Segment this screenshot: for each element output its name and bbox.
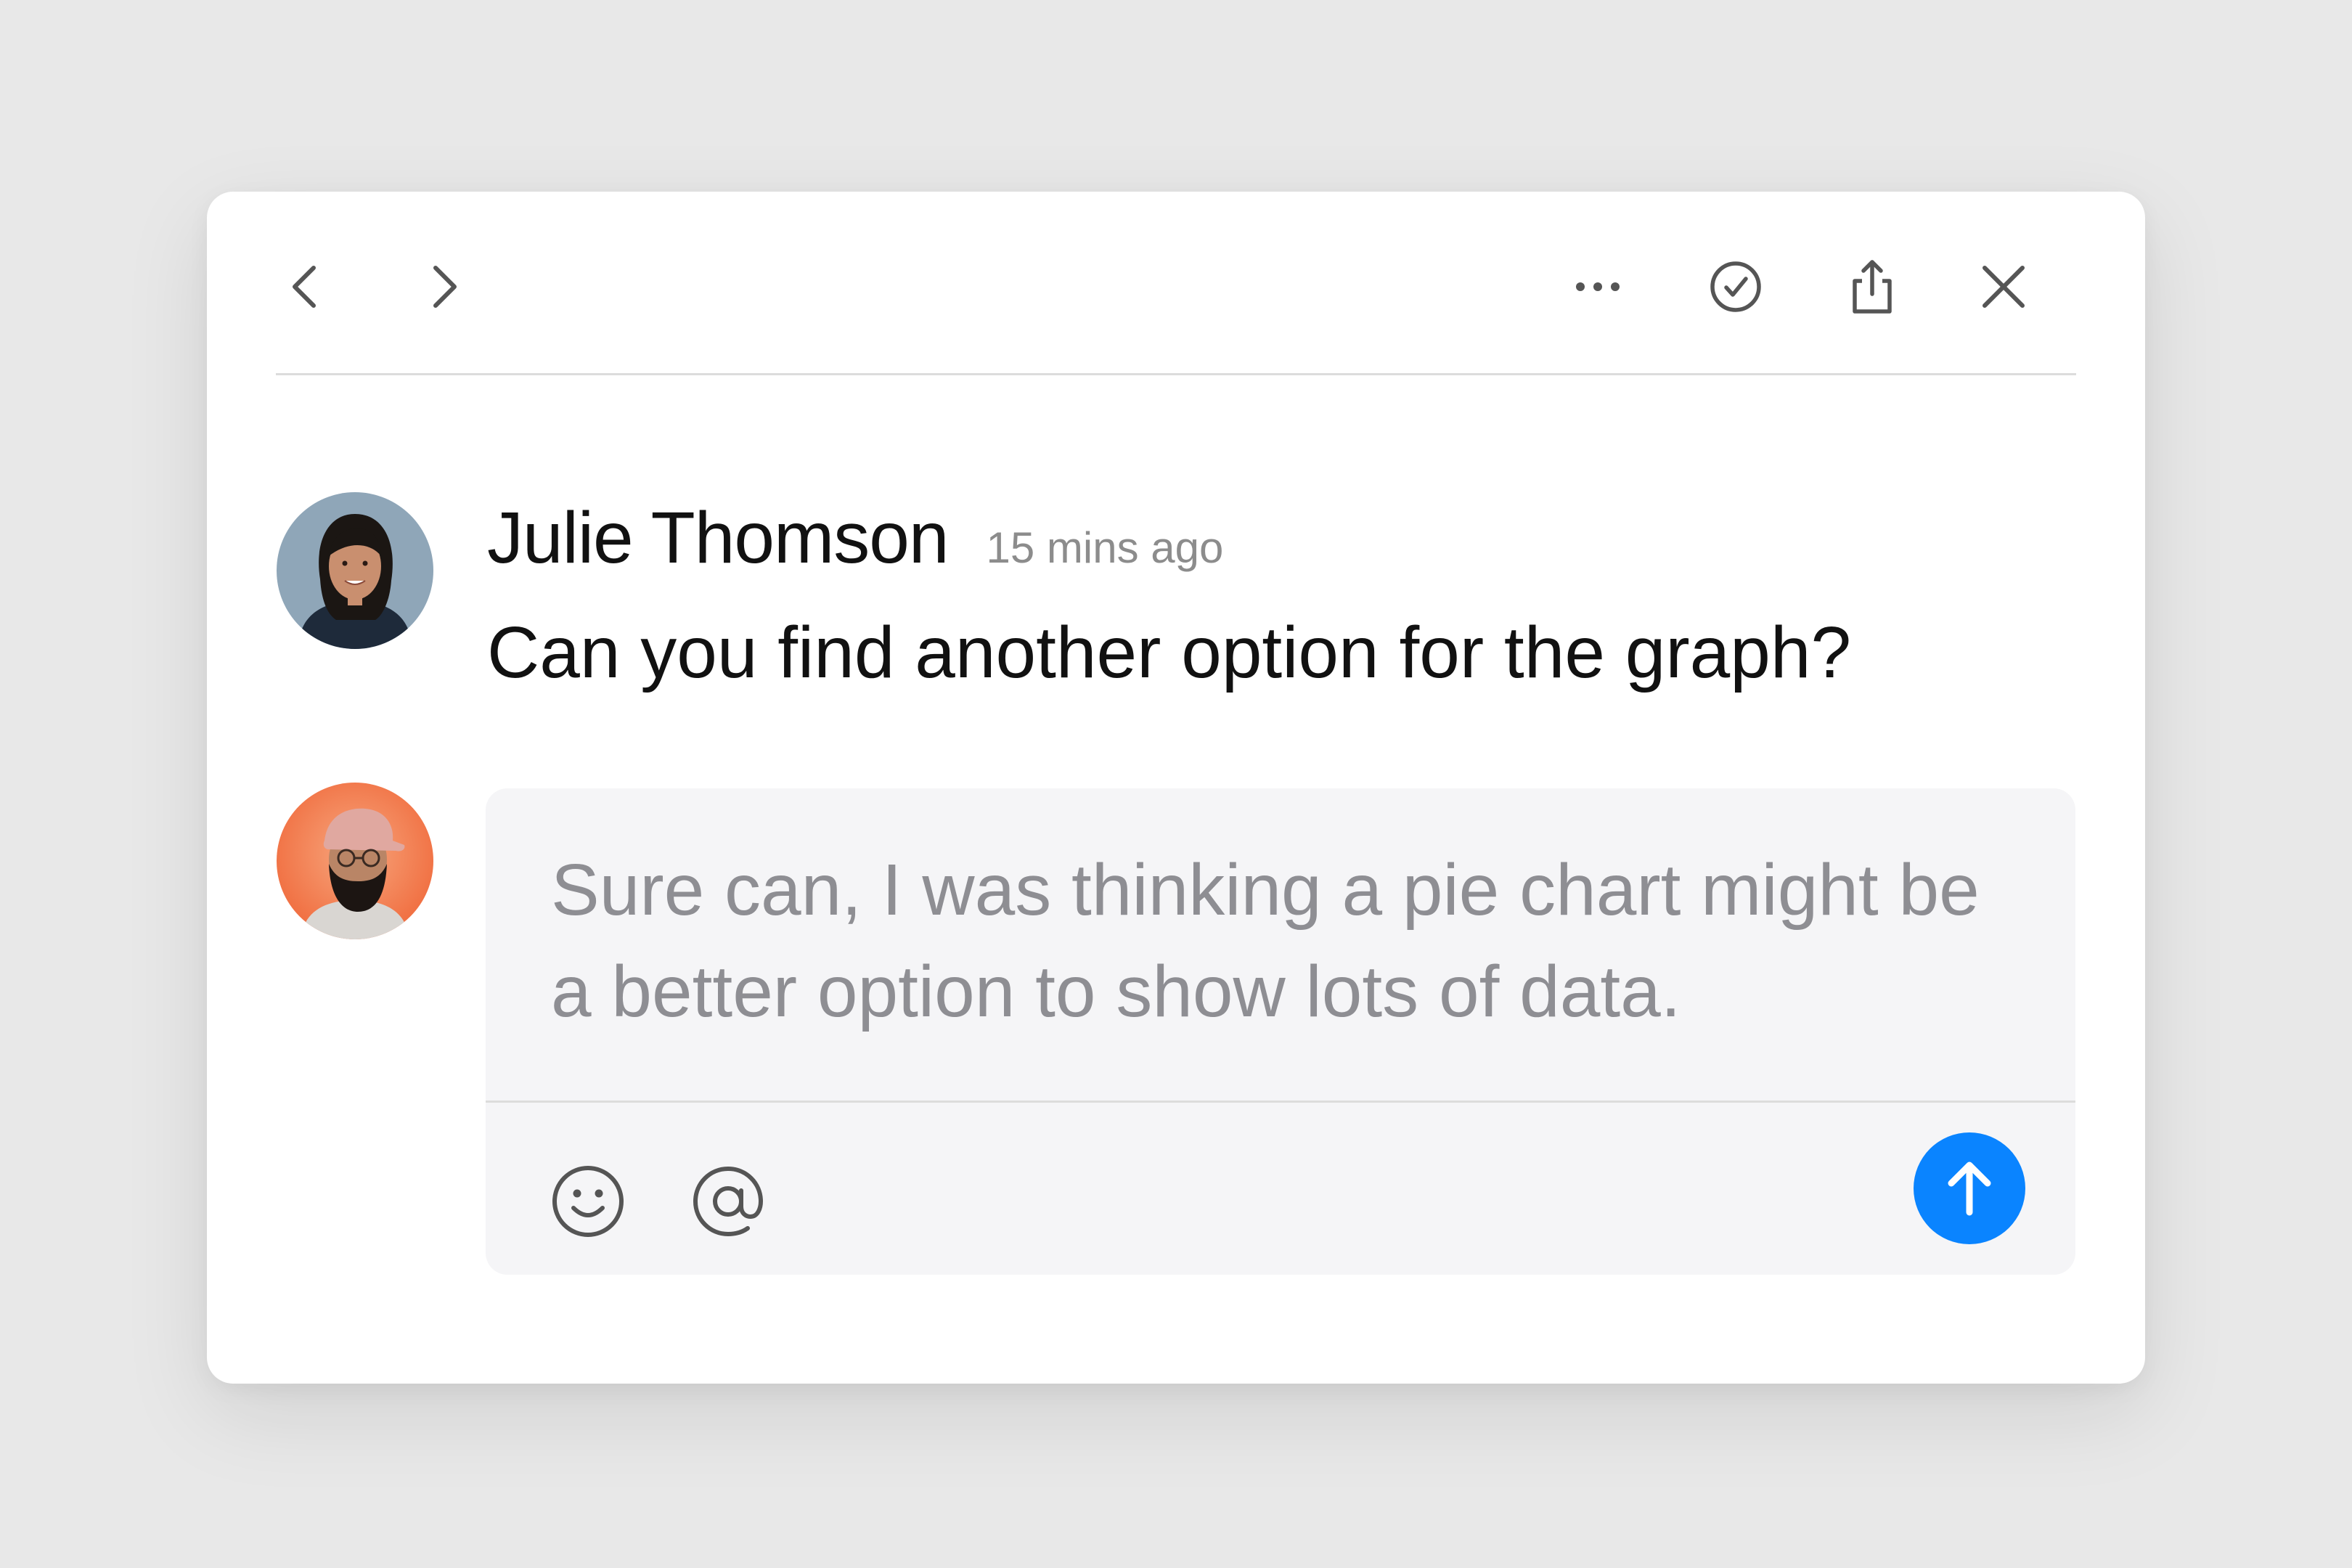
mention-button[interactable] — [688, 1161, 768, 1241]
previous-button[interactable] — [277, 258, 335, 316]
current-user-avatar — [277, 783, 433, 939]
comment-timestamp: 15 mins ago — [986, 523, 1224, 572]
author-avatar — [277, 492, 433, 649]
author-name: Julie Thomson — [487, 497, 949, 579]
composer-divider — [486, 1101, 2075, 1103]
emoji-button[interactable] — [548, 1161, 628, 1241]
reply-composer: Sure can, I was thinking a pie chart mig… — [486, 788, 2075, 1275]
more-horizontal-icon — [1576, 282, 1620, 291]
toolbar — [276, 192, 2076, 375]
arrow-up-icon — [1948, 1161, 1991, 1216]
comment-text: Can you find another option for the grap… — [487, 612, 1852, 693]
chevron-right-icon — [433, 266, 457, 308]
share-icon — [1853, 260, 1892, 314]
close-icon — [1983, 266, 2025, 308]
close-button[interactable] — [1975, 258, 2033, 316]
chevron-left-icon — [293, 266, 316, 308]
comment-panel: Julie Thomson 15 mins ago Can you find a… — [207, 192, 2145, 1384]
more-options-button[interactable] — [1569, 258, 1627, 316]
send-button[interactable] — [1914, 1132, 2025, 1244]
check-circle-icon — [1710, 261, 1761, 312]
at-sign-icon — [693, 1166, 764, 1237]
next-button[interactable] — [414, 258, 472, 316]
resolve-button[interactable] — [1707, 258, 1765, 316]
share-button[interactable] — [1843, 258, 1901, 316]
smiley-icon — [552, 1166, 624, 1237]
comment-header: Julie Thomson 15 mins ago — [487, 497, 1223, 580]
reply-input[interactable]: Sure can, I was thinking a pie chart mig… — [551, 839, 2032, 1042]
